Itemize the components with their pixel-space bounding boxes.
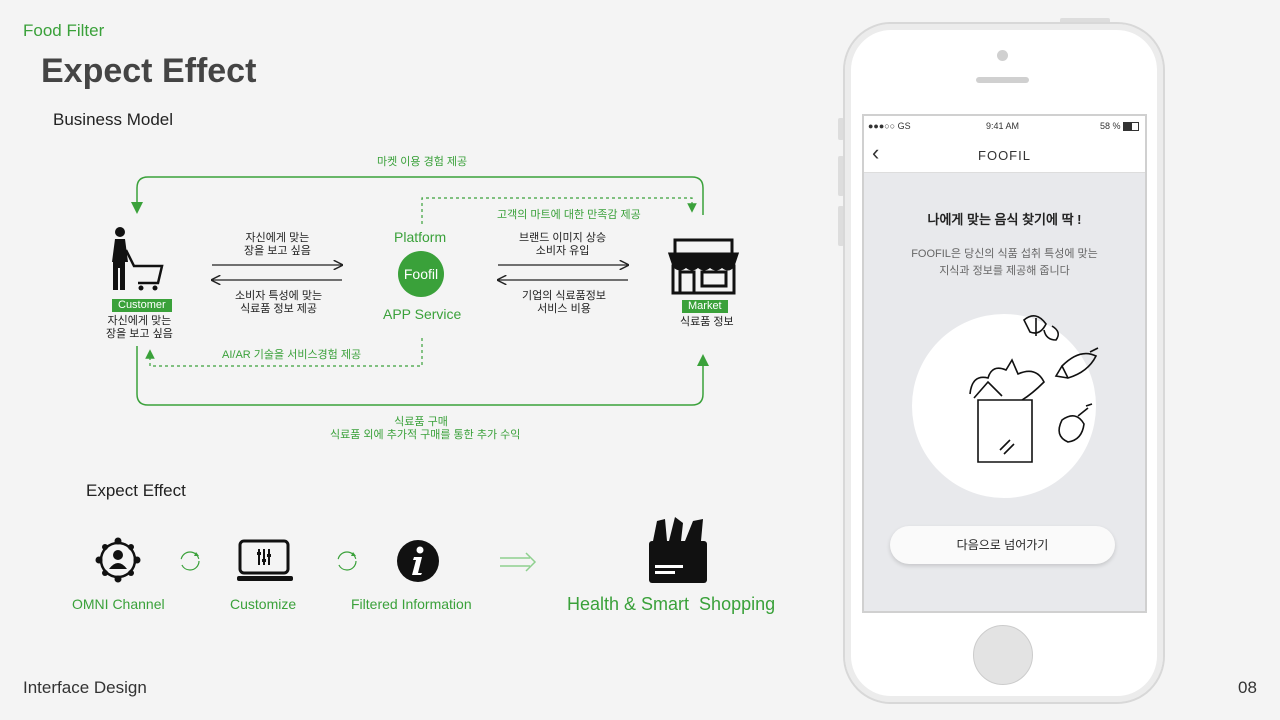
cycle-arrow-icon	[180, 551, 200, 571]
store-icon	[667, 238, 740, 295]
status-bar: ●●●○○ GS 9:41 AM 58 %	[864, 116, 1145, 138]
business-model-diagram	[112, 176, 740, 406]
page-number: 08	[1238, 678, 1257, 697]
market-tag: Market	[682, 300, 728, 313]
platform-to-customer-text: 소비자 특성에 맞는 식료품 정보 제공	[235, 290, 323, 315]
bottom-flow-label: 식료품 구매 식료품 외에 추가적 구매를 통한 추가 수익	[330, 416, 521, 441]
dashed-bottom-label: AI/AR 기술을 서비스경험 제공	[222, 349, 362, 361]
info-icon	[397, 540, 439, 582]
filtered-information-label: Filtered Information	[351, 596, 472, 612]
platform-badge-label: Foofil	[403, 266, 439, 282]
customer-tag: Customer	[112, 299, 172, 312]
customer-description: 자신에게 맞는 장을 보고 싶음	[106, 315, 173, 340]
phone-screen: ●●●○○ GS 9:41 AM 58 % ‹ FOOFIL 나에게 맞는 음식…	[862, 114, 1147, 613]
cycle-arrow-icon	[337, 551, 357, 571]
onboarding-headline: 나에게 맞는 음식 찾기에 딱 !	[927, 212, 1082, 227]
platform-to-market-text: 브랜드 이미지 상승 소비자 유입	[519, 232, 607, 257]
health-smart-shopping-label: Health & Smart Shopping	[567, 594, 776, 614]
shopping-cart-person-icon	[112, 227, 164, 291]
onboarding-description: FOOFIL은 당신의 식품 섭취 특성에 맞는 지식과 정보를 제공해 줍니다	[911, 248, 1098, 277]
double-arrow-icon	[500, 552, 537, 572]
dashed-top-label: 고객의 마트에 대한 만족감 제공	[497, 209, 641, 221]
app-title: FOOFIL	[978, 148, 1031, 163]
customize-label: Customize	[230, 596, 297, 612]
platform-service-label: APP Service	[383, 306, 462, 322]
carrier-signal: ●●●○○ GS	[868, 121, 911, 131]
battery-icon	[1123, 122, 1139, 131]
nav-bar: ‹ FOOFIL	[864, 138, 1145, 173]
phone-home-button[interactable]	[973, 625, 1033, 685]
phone-speaker	[976, 77, 1029, 83]
phone-camera	[997, 50, 1008, 61]
market-to-platform-text: 기업의 식료품정보 서비스 비용	[522, 290, 607, 315]
laptop-settings-icon	[237, 539, 293, 581]
grocery-bag-icon	[649, 517, 707, 583]
market-description: 식료품 정보	[680, 316, 734, 328]
expect-effect-heading: Expect Effect	[86, 481, 186, 500]
battery-percent: 58 %	[1100, 121, 1121, 131]
omni-channel-icon	[95, 537, 141, 583]
next-button[interactable]: 다음으로 넘어가기	[890, 526, 1115, 564]
customer-to-platform-text: 자신에게 맞는 장을 보고 싶음	[244, 232, 311, 257]
footer-label: Interface Design	[23, 678, 147, 697]
platform-title: Platform	[394, 229, 447, 245]
top-flow-label: 마켓 이용 경험 제공	[377, 156, 468, 168]
omni-channel-label: OMNI Channel	[72, 596, 165, 612]
food-illustration	[912, 314, 1099, 498]
status-time: 9:41 AM	[986, 121, 1020, 131]
